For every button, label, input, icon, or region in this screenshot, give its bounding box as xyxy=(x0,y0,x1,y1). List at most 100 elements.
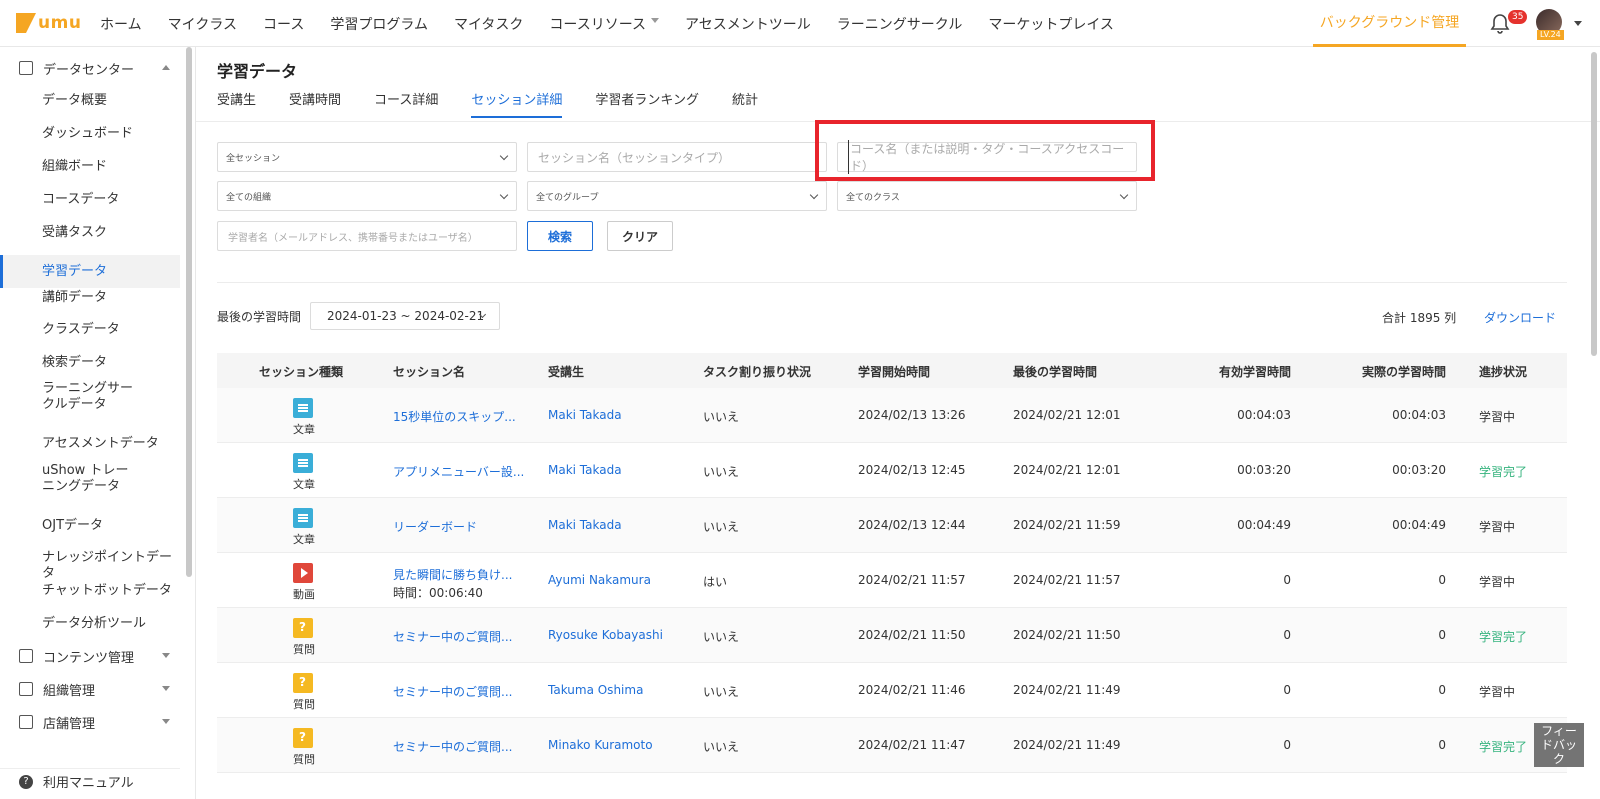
last-time: 2024/02/21 11:50 xyxy=(1013,628,1121,642)
learner-link[interactable]: Maki Takada xyxy=(548,518,622,532)
column-header: 学習開始時間 xyxy=(858,365,931,379)
organization-select[interactable]: 全ての組織 xyxy=(217,181,517,211)
nav-item-label: マーケットプレイス xyxy=(988,16,1114,33)
sidebar-item[interactable]: 受講タスク xyxy=(0,225,180,241)
group-select[interactable]: 全てのグループ xyxy=(527,181,827,211)
tab-5[interactable]: 統計 xyxy=(732,90,758,118)
download-link[interactable]: ダウンロード xyxy=(1484,309,1556,326)
session-type-select[interactable]: 全セッション xyxy=(217,142,517,172)
session-duration: 時間：00:06:40 xyxy=(393,586,483,600)
sidebar-scrollbar[interactable] xyxy=(186,47,192,577)
nav-item[interactable]: 学習プログラム xyxy=(330,14,428,34)
sidebar-group-label: 店舗管理 xyxy=(43,716,96,732)
date-range-picker[interactable]: 2024-01-23 ~ 2024-02-21 xyxy=(310,302,500,330)
assigned-status: いいえ xyxy=(703,685,740,699)
table-row[interactable]: 文章 15秒単位のスキップ... Maki Takada いいえ 2024/02/13 … xyxy=(217,388,1567,443)
learner-link[interactable]: Ryosuke Kobayashi xyxy=(548,628,663,642)
nav-item[interactable]: ラーニングサークル xyxy=(837,14,963,34)
assigned-status: いいえ xyxy=(703,630,740,644)
document-icon xyxy=(293,453,313,473)
nav-item[interactable]: ホーム xyxy=(100,14,142,34)
session-name-link[interactable]: リーダーボード xyxy=(393,518,477,535)
table-row[interactable]: 文章 リーダーボード Maki Takada いいえ 2024/02/13 12:44 2… xyxy=(217,498,1567,553)
learner-link[interactable]: Takuma Oshima xyxy=(548,683,643,697)
sidebar-item[interactable]: データ概要 xyxy=(0,93,180,109)
last-time: 2024/02/21 11:49 xyxy=(1013,738,1121,752)
actual-time: 0 xyxy=(1438,738,1446,752)
session-name-link[interactable]: セミナー中のご質問... xyxy=(393,628,512,645)
clear-button[interactable]: クリア xyxy=(607,221,673,251)
session-name-link[interactable]: セミナー中のご質問... xyxy=(393,738,512,755)
sidebar-item[interactable]: チャットボットデータ xyxy=(0,583,180,599)
sidebar-item[interactable]: OJTデータ xyxy=(0,518,180,534)
nav-item[interactable]: マイクラス xyxy=(168,14,237,34)
sidebar-item[interactable]: ダッシュボード xyxy=(0,126,180,142)
tab-3[interactable]: セッション詳細 xyxy=(471,90,563,118)
sidebar-item[interactable]: データ分析ツール xyxy=(0,616,180,632)
tab-2[interactable]: コース詳細 xyxy=(374,90,438,118)
umu-logo[interactable]: umu xyxy=(16,8,86,38)
session-name-input[interactable]: セッション名（セッションタイプ） xyxy=(527,142,827,172)
table-row[interactable]: 質問 セミナー中のご質問... Minako Kuramoto いいえ 2024/02/… xyxy=(217,718,1567,773)
main-scrollbar[interactable] xyxy=(1591,52,1597,356)
learner-link[interactable]: Maki Takada xyxy=(548,408,622,422)
sidebar-item[interactable]: アセスメントデータ xyxy=(0,436,180,452)
session-name-link[interactable]: セミナー中のご質問... xyxy=(393,683,512,700)
chevron-down-icon xyxy=(809,190,819,200)
sidebar-item[interactable]: 学習データ xyxy=(0,255,180,288)
column-header: 有効学習時間 xyxy=(1218,365,1291,379)
session-name-link[interactable]: 15秒単位のスキップ... xyxy=(393,408,516,425)
tab-1[interactable]: 受講時間 xyxy=(289,90,341,118)
session-table: セッション種類 セッション名 受講生 タスク割り振り状況 学習開始時間 最後の学習時間 有効… xyxy=(217,353,1567,773)
session-name-link[interactable]: アプリメニューバー設... xyxy=(393,463,524,480)
sidebar-item[interactable]: クラスデータ xyxy=(0,322,180,338)
sidebar-item[interactable]: uShow トレーニングデータ xyxy=(0,463,140,495)
nav-item-label: アセスメントツール xyxy=(685,16,811,33)
tab-0[interactable]: 受講生 xyxy=(217,90,256,118)
sidebar-item[interactable]: 検索データ xyxy=(0,355,180,371)
sidebar-item[interactable]: コースデータ xyxy=(0,192,180,208)
table-row[interactable]: 動画 見た瞬間に勝ち負け... 時間：00:06:40 Ayumi Nakamura は… xyxy=(217,553,1567,608)
tab-4[interactable]: 学習者ランキング xyxy=(595,90,699,118)
start-time: 2024/02/21 11:46 xyxy=(858,683,966,697)
learner-name-input[interactable]: 学習者名（メールアドレス、携帯番号またはユーザ名） xyxy=(217,221,517,251)
sidebar-manual-link[interactable]: ? 利用マニュアル xyxy=(0,768,180,794)
background-manage-tab[interactable]: バックグラウンド管理 xyxy=(1313,0,1466,47)
learner-link[interactable]: Maki Takada xyxy=(548,463,622,477)
class-select[interactable]: 全てのクラス xyxy=(837,181,1137,211)
sidebar-group-org-manage[interactable]: 組織管理 xyxy=(0,674,180,704)
chevron-down-icon[interactable] xyxy=(1574,21,1582,26)
session-type-value: 全セッション xyxy=(226,153,281,164)
start-time: 2024/02/21 11:47 xyxy=(858,738,966,752)
nav-item-label: 学習プログラム xyxy=(330,16,428,33)
sidebar-item[interactable]: ナレッジポイントデータ xyxy=(0,550,180,582)
actual-time: 0 xyxy=(1438,573,1446,587)
nav-item[interactable]: マイタスク xyxy=(454,14,523,34)
highlight-box xyxy=(815,120,1155,181)
session-name-link[interactable]: 見た瞬間に勝ち負け... xyxy=(393,566,512,583)
effective-time: 0 xyxy=(1283,683,1291,697)
progress-status: 学習完了 xyxy=(1479,740,1528,754)
table-row[interactable]: 質問 セミナー中のご質問... Ryosuke Kobayashi いいえ 2024/0… xyxy=(217,608,1567,663)
nav-item[interactable]: コース xyxy=(263,14,304,34)
sidebar-item[interactable]: 講師データ xyxy=(0,290,180,306)
sidebar-group-store-manage[interactable]: 店舗管理 xyxy=(0,707,180,737)
learner-link[interactable]: Minako Kuramoto xyxy=(548,738,653,752)
search-button[interactable]: 検索 xyxy=(527,221,593,251)
nav-item[interactable]: マーケットプレイス xyxy=(988,14,1114,34)
nav-item[interactable]: コースリソース xyxy=(549,14,660,34)
table-row[interactable]: 質問 セミナー中のご質問... Takuma Oshima いいえ 2024/02/21… xyxy=(217,663,1567,718)
sidebar-item[interactable]: ラーニングサークルデータ xyxy=(0,381,140,413)
sidebar-group-content-manage[interactable]: コンテンツ管理 xyxy=(0,641,180,671)
assigned-status: いいえ xyxy=(703,410,740,424)
feedback-button[interactable]: フィードバック xyxy=(1534,723,1584,767)
sidebar-group-data-center[interactable]: データセンター xyxy=(0,53,180,83)
table-row[interactable]: 文章 アプリメニューバー設... Maki Takada いいえ 2024/02/13 … xyxy=(217,443,1567,498)
learner-link[interactable]: Ayumi Nakamura xyxy=(548,573,651,587)
effective-time: 00:04:03 xyxy=(1237,408,1291,422)
actual-time: 0 xyxy=(1438,683,1446,697)
sidebar-group-label: データセンター xyxy=(43,62,135,78)
nav-item[interactable]: アセスメントツール xyxy=(685,14,811,34)
total-count: 合計 1895 列 xyxy=(1382,311,1457,325)
sidebar-item[interactable]: 組織ボード xyxy=(0,159,180,175)
